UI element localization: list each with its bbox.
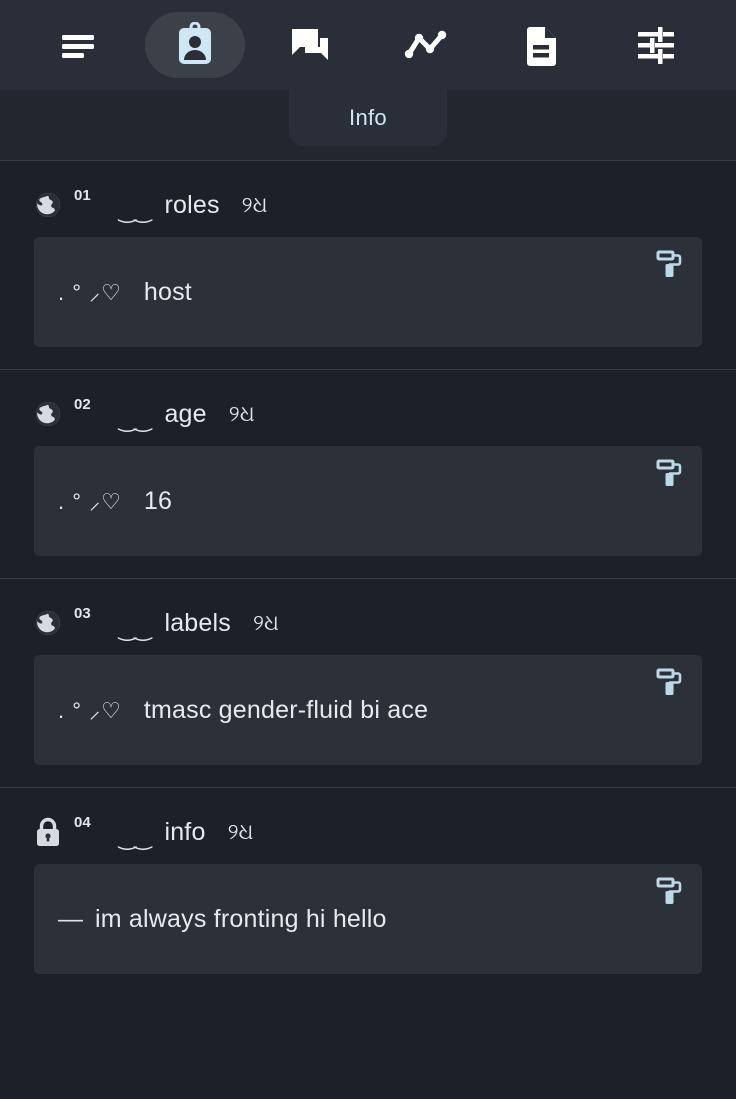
menu-icon [60,30,100,60]
entry-decoration-right: ୨ଧ [241,192,268,217]
entry-decoration-left: ‿‿ [118,826,152,850]
entry-decoration-left: ‿‿ [118,408,152,432]
info-entry-03: 03 ‿‿ labels ୨ଧ . ° ⸝♡ tmasc gender-flui… [0,578,736,765]
info-entry-04: 04 ‿‿ info ୨ଧ — im always fronting hi he… [0,787,736,974]
entry-title: labels [164,608,231,637]
nav-button-settings[interactable] [606,12,706,78]
entry-decoration-right: ୨ଧ [227,819,254,844]
nav-button-chat[interactable] [260,12,360,78]
nav-button-info[interactable] [144,12,245,78]
document-icon [524,24,558,66]
info-entry-01: 01 ‿‿ roles ୨ଧ . ° ⸝♡ host [0,160,736,347]
chat-bubbles-icon [289,26,331,64]
app-root: Info 01 ‿‿ roles ୨ଧ . ° ⸝♡ host 02 ‿‿ ag… [0,0,736,1099]
tooltip-strip: Info [0,90,736,160]
nav-button-stats[interactable] [376,12,476,78]
active-tab-tooltip: Info [289,90,447,146]
entry-header: 03 ‿‿ labels ୨ଧ [0,579,736,647]
entry-value-card[interactable]: — im always fronting hi hello [34,864,702,974]
entry-decoration-left: ‿‿ [118,199,152,223]
info-entry-list: 01 ‿‿ roles ୨ଧ . ° ⸝♡ host 02 ‿‿ age ୨ଧ … [0,160,736,974]
entry-header: 04 ‿‿ info ୨ଧ [0,788,736,856]
entry-index: 03 [74,605,91,622]
paint-roller-icon[interactable] [654,667,684,701]
tune-sliders-icon [636,26,676,64]
entry-index: 04 [74,814,91,831]
globe-icon[interactable] [34,609,62,637]
entry-value: im always fronting hi hello [95,904,387,933]
entry-value: tmasc gender-fluid bi ace [143,695,429,724]
entry-header: 01 ‿‿ roles ୨ଧ [0,161,736,229]
paint-roller-icon[interactable] [654,876,684,910]
entry-value-card[interactable]: . ° ⸝♡ 16 [34,446,702,556]
value-decoration: . ° ⸝♡ [58,698,122,723]
paint-roller-icon[interactable] [654,458,684,492]
badge-id-icon [174,22,216,68]
line-chart-icon [404,29,448,61]
info-entry-02: 02 ‿‿ age ୨ଧ . ° ⸝♡ 16 [0,369,736,556]
entry-decoration-left: ‿‿ [118,617,152,641]
entry-value-card[interactable]: . ° ⸝♡ tmasc gender-fluid bi ace [34,655,702,765]
entry-index: 01 [74,187,91,204]
entry-decoration-right: ୨ଧ [252,610,279,635]
entry-title: info [164,817,206,846]
value-decoration: . ° ⸝♡ [58,280,122,305]
entry-value: host [143,277,192,306]
entry-index: 02 [74,396,91,413]
value-decoration: . ° ⸝♡ [58,489,122,514]
entry-value-card[interactable]: . ° ⸝♡ host [34,237,702,347]
entry-title: age [164,399,207,428]
nav-button-notes[interactable] [491,12,591,78]
tooltip-label: Info [349,105,387,130]
entry-decoration-right: ୨ଧ [228,401,255,426]
lock-icon[interactable] [34,817,62,846]
top-navigation-bar [0,0,736,90]
paint-roller-icon[interactable] [654,249,684,283]
entry-title: roles [164,190,220,219]
globe-icon[interactable] [34,191,62,219]
value-prefix: — [58,904,83,933]
nav-button-menu[interactable] [30,12,130,78]
globe-icon[interactable] [34,400,62,428]
entry-value: 16 [143,486,173,515]
entry-header: 02 ‿‿ age ୨ଧ [0,370,736,438]
